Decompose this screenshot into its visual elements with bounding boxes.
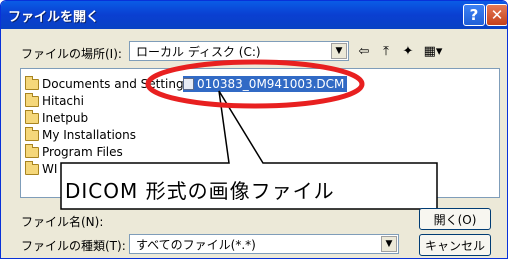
filename-label: ファイル名(N): bbox=[21, 215, 104, 229]
cancel-button[interactable]: キャンセル bbox=[419, 234, 491, 256]
callout-text: DICOM 形式の画像ファイル bbox=[65, 179, 335, 203]
filetype-label: ファイルの種類(T): bbox=[21, 239, 126, 253]
highlight-ellipse bbox=[145, 59, 365, 109]
open-button[interactable]: 開く(O) bbox=[419, 208, 491, 230]
chevron-down-icon[interactable]: ▼ bbox=[381, 236, 397, 252]
open-file-dialog: ファイルを開く ? ✕ ファイルの場所(I): ローカル ディスク (C:) ▼… bbox=[0, 0, 508, 259]
filetype-dropdown[interactable]: すべてのファイル(*.*) ▼ bbox=[129, 234, 399, 254]
filetype-value: すべてのファイル(*.*) bbox=[136, 237, 256, 252]
